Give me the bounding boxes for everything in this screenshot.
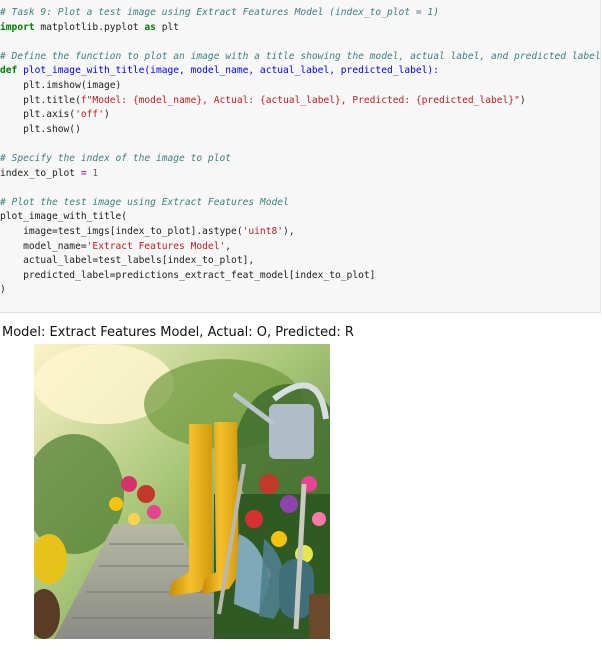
code-line: def plot_image_with_title(image, model_n… [0, 65, 439, 77]
plot-title: Model: Extract Features Model, Actual: O… [2, 325, 354, 340]
code-cell[interactable]: # Task 9: Plot a test image using Extrac… [0, 0, 601, 313]
code-line: import matplotlib.pyplot as plt [0, 21, 180, 33]
code-line: plt.axis('off') [0, 109, 110, 121]
code-line: index_to_plot = 1 [0, 167, 99, 179]
code-line: actual_label=test_labels[index_to_plot], [0, 255, 255, 267]
code-line: plt.imshow(image) [0, 79, 122, 91]
code-line: # Task 9: Plot a test image using Extrac… [0, 7, 439, 18]
code-line: # Specify the index of the image to plot [0, 152, 232, 164]
code-line: image=test_imgs[index_to_plot].astype('u… [0, 225, 295, 237]
code-line: # Plot the test image using Extract Feat… [0, 196, 289, 208]
code-line: plt.title(f"Model: {model_name}, Actual:… [0, 94, 526, 106]
garden-photo-icon [34, 344, 330, 639]
code-editor[interactable]: # Task 9: Plot a test image using Extrac… [0, 0, 601, 298]
code-line: predicted_label=predictions_extract_feat… [0, 269, 376, 281]
output-area: Model: Extract Features Model, Actual: O… [0, 318, 602, 660]
code-line: plt.show() [0, 123, 81, 135]
code-line: plot_image_with_title( [0, 211, 128, 223]
code-line: model_name='Extract Features Model', [0, 240, 232, 252]
code-line: ) [0, 284, 6, 296]
code-line: # Define the function to plot an image w… [0, 50, 601, 62]
